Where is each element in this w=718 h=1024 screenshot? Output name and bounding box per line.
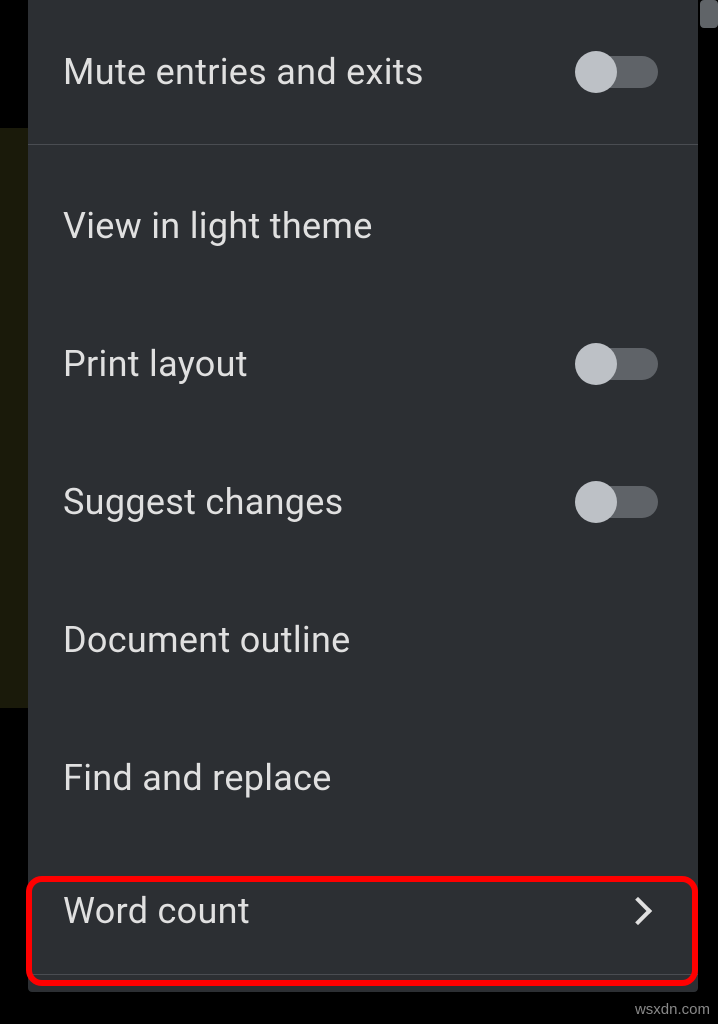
toggle-knob <box>575 481 617 523</box>
menu-item-view-light-theme[interactable]: View in light theme <box>28 157 698 295</box>
menu-label-document-outline: Document outline <box>63 619 658 661</box>
menu-item-word-count[interactable]: Word count <box>28 847 698 975</box>
scrollbar-thumb[interactable] <box>700 0 718 28</box>
background-strip <box>0 128 28 708</box>
menu-label-find-replace: Find and replace <box>63 757 658 799</box>
menu-label-mute: Mute entries and exits <box>63 51 580 93</box>
menu-item-find-replace[interactable]: Find and replace <box>28 709 698 847</box>
menu-label-suggest-changes: Suggest changes <box>63 481 580 523</box>
toggle-suggest-changes[interactable] <box>580 486 658 518</box>
watermark-text: wsxdn.com <box>635 1001 710 1018</box>
overflow-menu-panel: Mute entries and exits View in light the… <box>28 0 698 992</box>
menu-item-document-outline[interactable]: Document outline <box>28 571 698 709</box>
menu-label-light-theme: View in light theme <box>63 205 658 247</box>
menu-label-print-layout: Print layout <box>63 343 580 385</box>
menu-item-print-layout[interactable]: Print layout <box>28 295 698 433</box>
toggle-print-layout[interactable] <box>580 348 658 380</box>
menu-item-suggest-changes[interactable]: Suggest changes <box>28 433 698 571</box>
menu-item-mute-entries-exits[interactable]: Mute entries and exits <box>28 0 698 145</box>
toggle-mute-entries-exits[interactable] <box>580 56 658 88</box>
toggle-knob <box>575 51 617 93</box>
toggle-knob <box>575 343 617 385</box>
chevron-right-icon <box>624 896 652 924</box>
menu-label-word-count: Word count <box>63 890 628 932</box>
